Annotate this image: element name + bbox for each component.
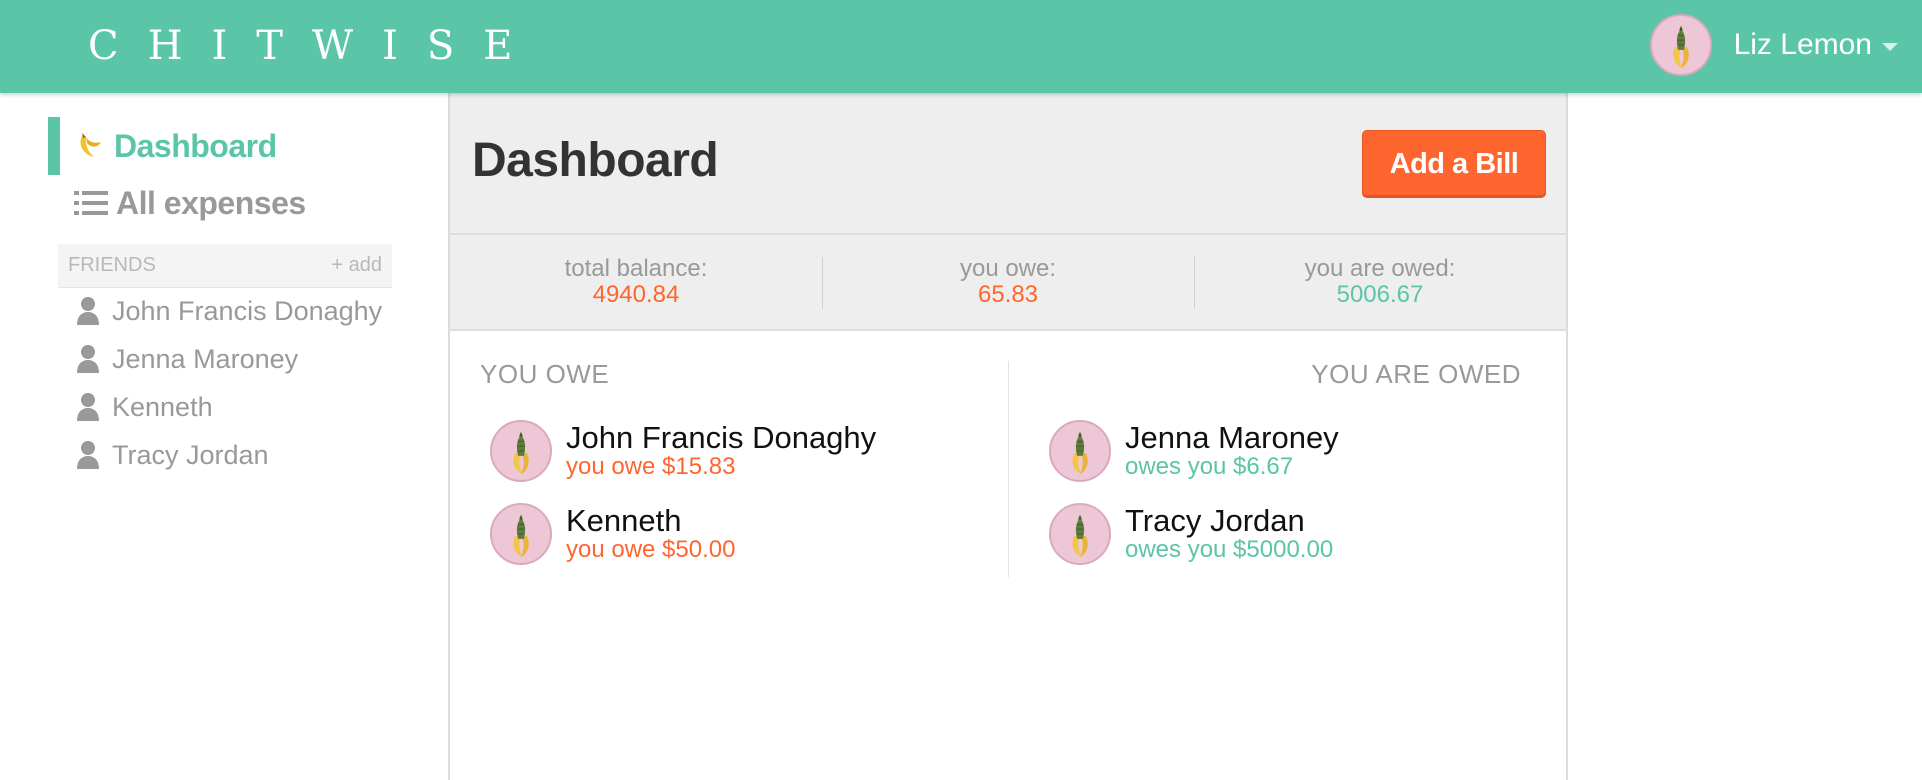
owed-amount: owes you $6.67 [1125, 453, 1294, 480]
sidebar-item-label: All expenses [116, 184, 306, 221]
friend-name: Kenneth [566, 503, 682, 538]
sidebar-item-dashboard[interactable]: Dashboard [48, 117, 277, 175]
owe-list-item[interactable]: John Francis Donaghy you owe $15.83 [490, 416, 876, 486]
user-menu[interactable]: Liz Lemon [1649, 14, 1898, 76]
friend-avatar [1049, 503, 1111, 565]
you-owe-block: you owe: 65.83 [822, 235, 1194, 329]
sidebar-item-all-expenses[interactable]: All expenses [48, 174, 306, 232]
banana-avatar-icon [1672, 25, 1689, 69]
banana-avatar-icon [513, 431, 529, 475]
sidebar-friend-john-francis-donaghy[interactable]: John Francis Donaghy [76, 289, 386, 333]
friend-name: John Francis Donaghy [112, 295, 383, 326]
person-icon [77, 345, 99, 373]
banana-icon [74, 130, 106, 162]
you-are-owed-value: 5006.67 [1336, 281, 1424, 308]
friend-name: Tracy Jordan [1125, 503, 1305, 538]
you-owe-value: 65.83 [977, 281, 1039, 308]
friend-avatar [490, 503, 552, 565]
friends-header-label: FRIENDS [68, 254, 156, 276]
sidebar-friend-tracy-jordan[interactable]: Tracy Jordan [76, 433, 386, 477]
add-bill-button[interactable]: Add a Bill [1362, 130, 1546, 198]
page-title: Dashboard [472, 134, 719, 187]
add-friend-link[interactable]: + add [331, 254, 382, 277]
banana-avatar-icon [1072, 514, 1088, 558]
person-icon [77, 441, 99, 469]
you-are-owed-label: you are owed: [1304, 255, 1456, 282]
person-icon [77, 297, 99, 325]
sidebar: Dashboard All expenses FRIENDS + add Joh… [0, 93, 448, 780]
owe-amount: you owe $15.83 [566, 453, 736, 480]
sidebar-friend-kenneth[interactable]: Kenneth [76, 385, 386, 429]
chevron-down-icon [1882, 43, 1898, 51]
active-indicator [48, 117, 60, 175]
total-balance-value: 4940.84 [592, 281, 680, 308]
banana-avatar-icon [1072, 431, 1088, 475]
owed-list-item[interactable]: Jenna Maroney owes you $6.67 [1049, 416, 1339, 486]
friend-name: Jenna Maroney [112, 343, 299, 374]
friend-avatar [1049, 420, 1111, 482]
total-balance-block: total balance: 4940.84 [450, 235, 822, 329]
user-avatar [1649, 14, 1712, 76]
person-icon [77, 393, 99, 421]
friend-name: Jenna Maroney [1125, 420, 1339, 455]
dashboard-panel: Dashboard Add a Bill total balance: 4940… [448, 93, 1568, 780]
user-name: Liz Lemon [1733, 28, 1872, 61]
sidebar-friend-jenna-maroney[interactable]: Jenna Maroney [76, 337, 386, 381]
column-divider [1008, 361, 1009, 577]
friend-name: Kenneth [112, 391, 213, 422]
banana-avatar-icon [513, 514, 529, 558]
you-owe-label: you owe: [959, 255, 1057, 282]
you-are-owed-heading: YOU ARE OWED [1311, 359, 1521, 389]
balance-summary: total balance: 4940.84 you owe: 65.83 yo… [450, 235, 1566, 331]
friend-avatar [490, 420, 552, 482]
owed-amount: owes you $5000.00 [1125, 536, 1334, 563]
you-owe-heading: YOU OWE [480, 359, 610, 389]
friend-name: Tracy Jordan [112, 439, 269, 470]
owed-list-item[interactable]: Tracy Jordan owes you $5000.00 [1049, 499, 1333, 569]
sidebar-item-label: Dashboard [114, 127, 277, 164]
owe-amount: you owe $50.00 [566, 536, 736, 563]
friends-header: FRIENDS + add [58, 244, 392, 288]
top-navbar: CHITWISE Liz Lemon [0, 0, 1922, 93]
dashboard-header: Dashboard Add a Bill [450, 93, 1566, 235]
total-balance-label: total balance: [564, 255, 708, 282]
owe-list-item[interactable]: Kenneth you owe $50.00 [490, 499, 735, 569]
list-icon [74, 189, 108, 217]
you-are-owed-block: you are owed: 5006.67 [1194, 235, 1566, 329]
brand-logo[interactable]: CHITWISE [88, 22, 541, 70]
friend-name: John Francis Donaghy [566, 420, 877, 455]
